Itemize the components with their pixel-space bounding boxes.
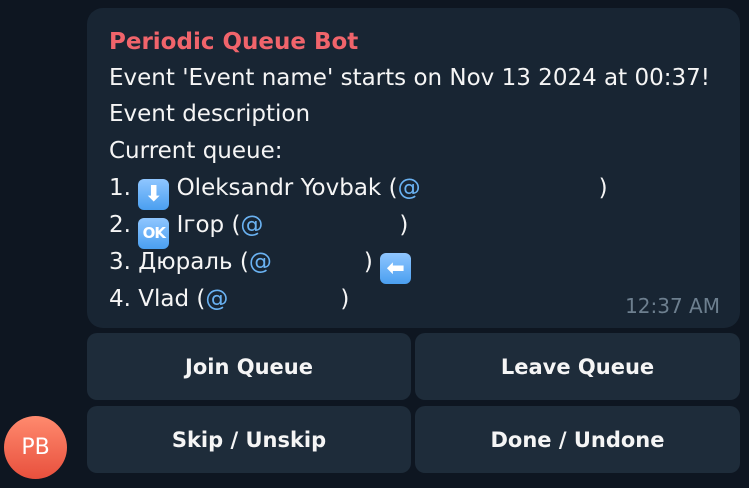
queue-entry-close-paren: ) [399, 212, 409, 238]
queue-entry-close-paren: ) [598, 175, 608, 201]
queue-entry-name: Дюраль [138, 249, 233, 275]
message-bubble: Periodic Queue Bot Event 'Event name' st… [87, 8, 740, 328]
queue-entry: 1. ⬇ Oleksandr Yovbak (@) [109, 170, 718, 210]
user-mention-link[interactable]: @ [249, 249, 272, 275]
done-undone-button[interactable]: Done / Undone [415, 406, 740, 473]
queue-entry-open-paren: ( [388, 175, 398, 201]
queue-entry: 3. Дюраль (@) ⬅ [109, 244, 718, 284]
arrow-left-emoji: ⬅ [380, 253, 412, 284]
queue-entry-close-paren: ) [340, 286, 350, 312]
user-mention-link[interactable]: @ [205, 286, 228, 312]
leave-queue-button[interactable]: Leave Queue [415, 333, 740, 400]
queue-entry-number: 4. [109, 286, 131, 312]
user-mention-link[interactable]: @ [240, 212, 263, 238]
queue-entry-number: 2. [109, 212, 131, 238]
arrow-down-emoji: ⬇ [138, 179, 170, 210]
chat-area: Periodic Queue Bot Event 'Event name' st… [0, 0, 749, 488]
bot-avatar[interactable]: PB [4, 416, 67, 479]
queue-entry-name: Vlad [138, 286, 190, 312]
queue-entry-number: 1. [109, 175, 131, 201]
event-description-line: Event description [109, 101, 311, 127]
user-mention-link[interactable]: @ [398, 175, 421, 201]
queue-entry-name: Oleksandr Yovbak [176, 175, 382, 201]
current-queue-heading: Current queue: [109, 138, 283, 164]
event-announcement-line: Event 'Event name' starts on Nov 13 2024… [109, 65, 710, 91]
queue-entry-open-paren: ( [239, 249, 249, 275]
sender-name[interactable]: Periodic Queue Bot [109, 27, 718, 60]
queue-entry-name: Ігор [176, 212, 225, 238]
queue-entry-close-paren: ) [363, 249, 373, 275]
queue-entry: 2. OK Ігор (@) [109, 207, 718, 249]
skip-unskip-button[interactable]: Skip / Unskip [87, 406, 411, 473]
message-timestamp: 12:37 AM [625, 294, 720, 318]
queue-entry-number: 3. [109, 249, 131, 275]
join-queue-button[interactable]: Join Queue [87, 333, 411, 400]
